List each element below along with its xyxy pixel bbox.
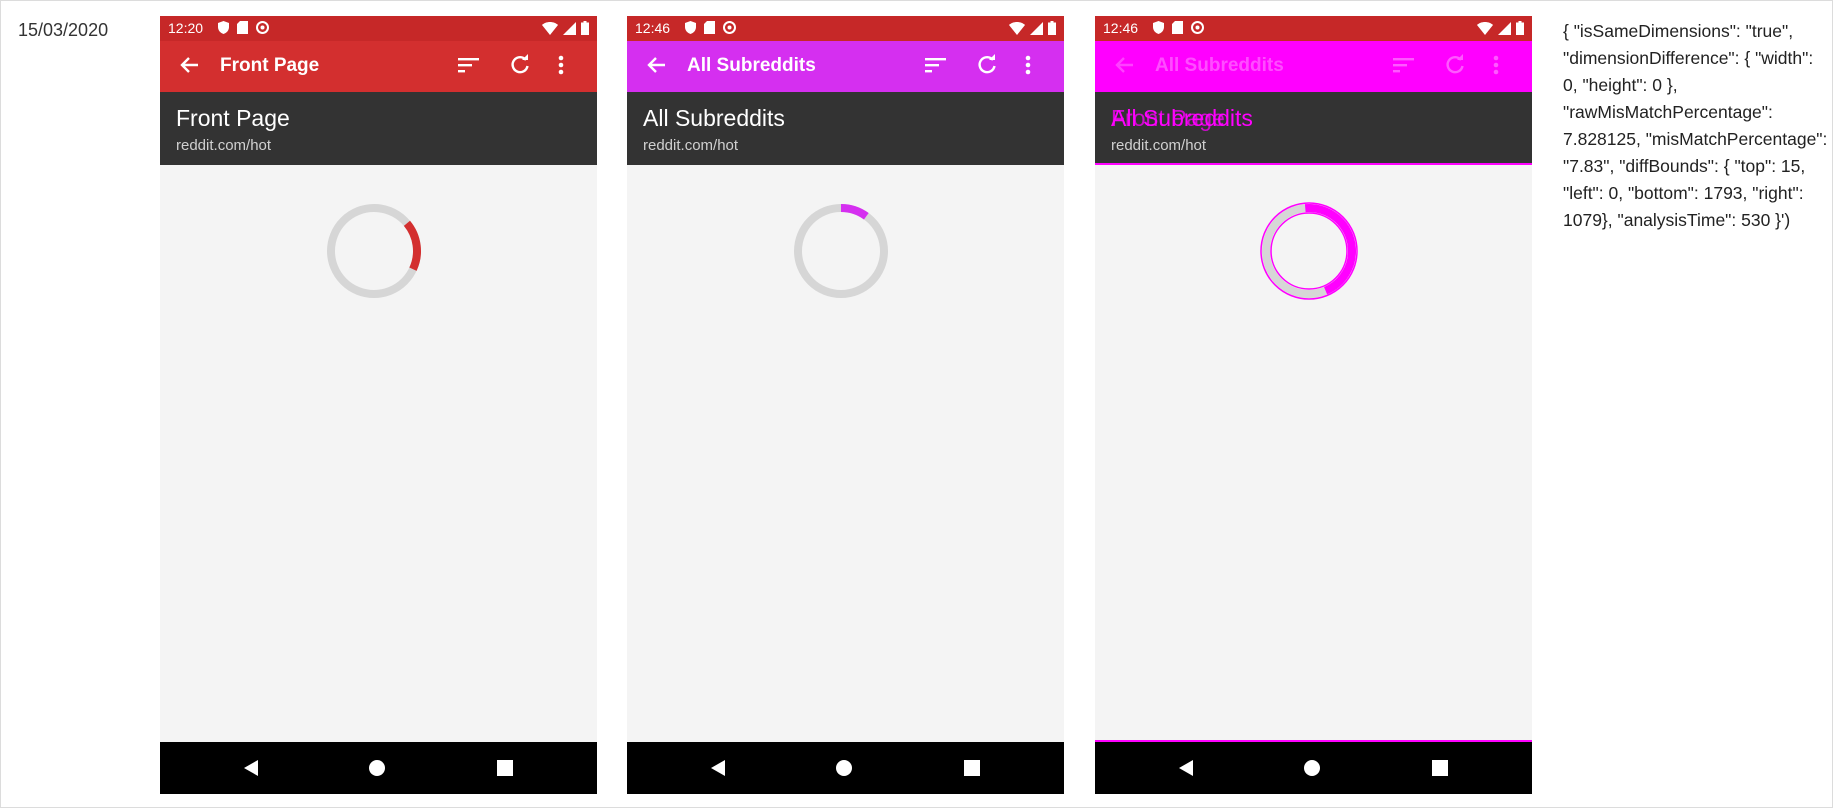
- refresh-icon[interactable]: [509, 54, 531, 76]
- shield-icon: [1153, 21, 1164, 34]
- shield-icon: [218, 21, 229, 34]
- android-nav-bar: [160, 742, 597, 794]
- screenshot-front-page: 12:20 Front Page Front Page reddit.com/h…: [160, 16, 597, 794]
- wifi-icon: [1477, 21, 1493, 35]
- toolbar: All Subreddits: [627, 41, 1064, 92]
- sort-icon[interactable]: [458, 56, 480, 74]
- battery-icon: [1516, 21, 1524, 35]
- nav-back-icon[interactable]: [709, 759, 727, 777]
- diff-result-json: { "isSameDimensions": "true", "dimension…: [1563, 21, 1828, 230]
- arrow-left-icon[interactable]: [178, 54, 200, 76]
- nav-home-icon[interactable]: [835, 759, 853, 777]
- nav-recent-icon[interactable]: [964, 760, 980, 776]
- header-subtitle: reddit.com/hot: [643, 137, 739, 154]
- nav-recent-icon[interactable]: [1432, 760, 1448, 776]
- subreddit-header: All Subreddits reddit.com/hot: [627, 92, 1064, 165]
- loading-spinner: [327, 204, 421, 298]
- status-bar: 12:46: [627, 16, 1064, 41]
- sd-card-icon: [704, 21, 715, 34]
- signal-icon: [563, 21, 576, 35]
- toolbar-title: All Subreddits: [1155, 55, 1284, 76]
- toolbar: Front Page: [160, 41, 597, 92]
- sort-icon[interactable]: [1393, 56, 1415, 74]
- more-vert-icon[interactable]: [558, 54, 564, 76]
- sd-card-icon: [237, 21, 248, 34]
- more-vert-icon[interactable]: [1025, 54, 1031, 76]
- header-subtitle: reddit.com/hot: [176, 137, 272, 154]
- header-subtitle: reddit.com/hot: [1111, 137, 1207, 154]
- status-time: 12:20: [168, 20, 204, 36]
- arrow-left-icon[interactable]: [1113, 54, 1135, 76]
- nav-home-icon[interactable]: [1303, 759, 1321, 777]
- more-vert-icon[interactable]: [1493, 54, 1499, 76]
- refresh-icon[interactable]: [1444, 54, 1466, 76]
- shield-icon: [685, 21, 696, 34]
- nav-home-icon[interactable]: [368, 759, 386, 777]
- battery-icon: [1048, 21, 1056, 35]
- signal-icon: [1030, 21, 1043, 35]
- sync-icon: [723, 21, 736, 34]
- screenshot-all-subreddits: 12:46 All Subreddits All Subreddits redd…: [627, 16, 1064, 794]
- wifi-icon: [542, 21, 558, 35]
- status-bar: 12:46: [1095, 16, 1532, 41]
- nav-back-icon[interactable]: [242, 759, 260, 777]
- loading-spinner: [794, 204, 888, 298]
- date-label: 15/03/2020: [18, 20, 109, 40]
- toolbar-title: All Subreddits: [687, 55, 816, 76]
- status-time: 12:46: [1103, 20, 1139, 36]
- nav-recent-icon[interactable]: [497, 760, 513, 776]
- wifi-icon: [1009, 21, 1025, 35]
- android-nav-bar: [1095, 742, 1532, 794]
- toolbar: All Subreddits: [1095, 41, 1532, 92]
- sync-icon: [256, 21, 269, 34]
- sync-icon: [1191, 21, 1204, 34]
- header-title: Front Page: [176, 105, 290, 131]
- subreddit-header: All Subreddits Front Page reddit.com/hot: [1095, 92, 1532, 165]
- nav-back-icon[interactable]: [1177, 759, 1195, 777]
- subreddit-header: Front Page reddit.com/hot: [160, 92, 597, 165]
- header-title-overlay: Front Page: [1111, 105, 1225, 131]
- status-bar: 12:20: [160, 16, 597, 41]
- header-title: All Subreddits: [643, 105, 785, 131]
- sort-icon[interactable]: [925, 56, 947, 74]
- screenshot-diff: 12:46 All Subreddits All Subreddits Fron…: [1095, 16, 1532, 794]
- sd-card-icon: [1172, 21, 1183, 34]
- loading-spinner-diff: [1260, 202, 1358, 300]
- refresh-icon[interactable]: [976, 54, 998, 76]
- android-nav-bar: [627, 742, 1064, 794]
- arrow-left-icon[interactable]: [645, 54, 667, 76]
- signal-icon: [1498, 21, 1511, 35]
- battery-icon: [581, 21, 589, 35]
- toolbar-title: Front Page: [220, 55, 320, 76]
- status-time: 12:46: [635, 20, 671, 36]
